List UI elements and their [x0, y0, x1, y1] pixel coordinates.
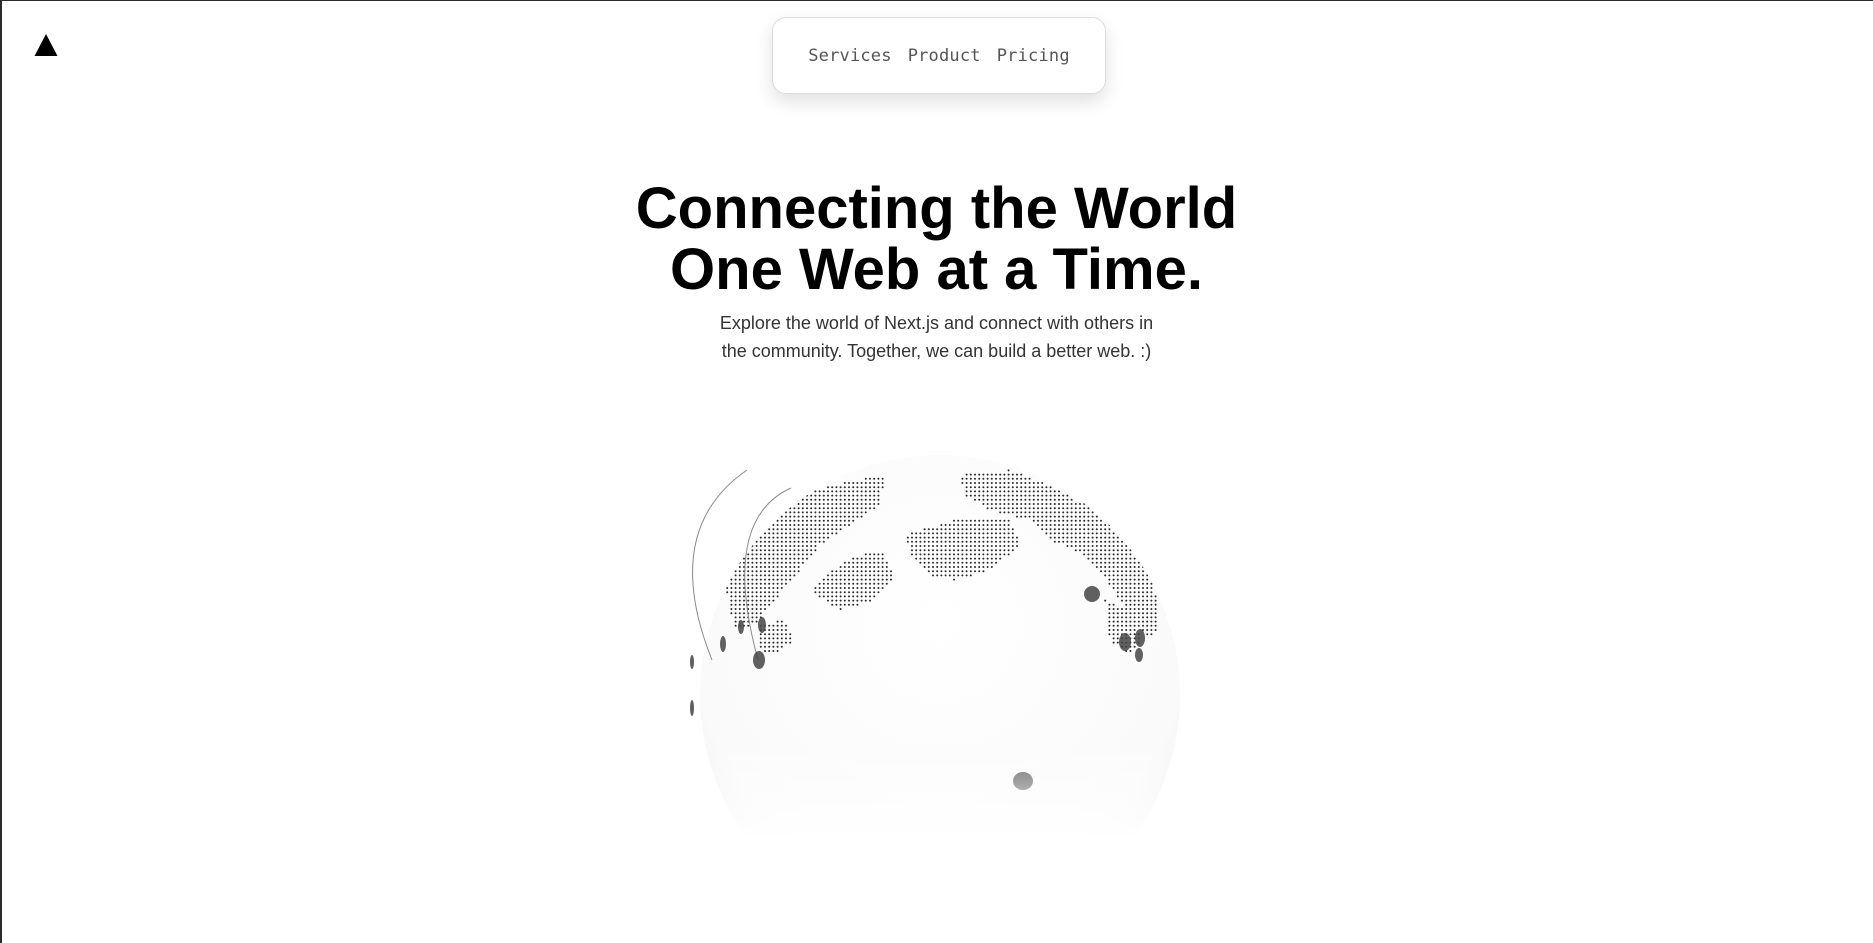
hero-subtitle: Explore the world of Next.js and connect… [719, 313, 1154, 361]
triangle-logo-icon[interactable] [34, 33, 58, 57]
hero-section: Connecting the World One Web at a Time. … [0, 178, 1873, 365]
window-frame-top [0, 0, 1873, 1]
globe-illustration [680, 450, 1200, 840]
top-navigation: Services Product Pricing [772, 17, 1106, 94]
nav-item-pricing[interactable]: Pricing [997, 46, 1070, 66]
nav-item-product[interactable]: Product [908, 46, 981, 66]
window-frame-left [0, 0, 2, 943]
nav-item-services[interactable]: Services [808, 46, 891, 66]
hero-title-line-2: One Web at a Time. [670, 237, 1203, 302]
hero-title: Connecting the World One Web at a Time. [0, 178, 1873, 300]
hero-title-line-1: Connecting the World [635, 176, 1238, 241]
